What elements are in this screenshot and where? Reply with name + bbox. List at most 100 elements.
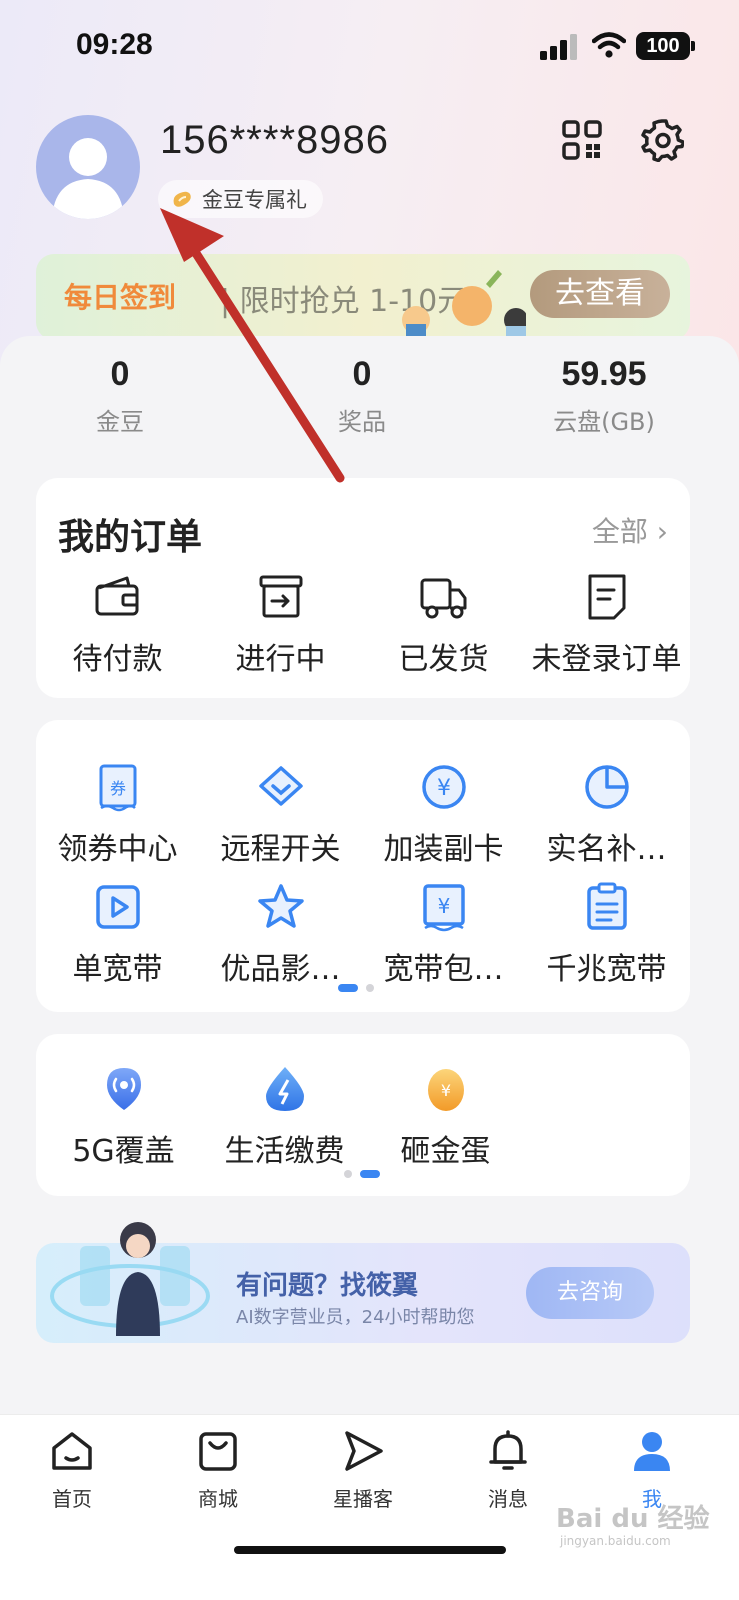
stat-gold-beans[interactable]: 0 金豆	[30, 355, 210, 437]
box-arrow-icon	[259, 575, 302, 618]
tab-podcast[interactable]: 星播客	[303, 1429, 423, 1512]
gold-bean-gift-pill[interactable]: 金豆专属礼	[158, 180, 323, 218]
stat-label: 金豆	[96, 408, 144, 436]
service-label: 领券中心	[57, 832, 178, 867]
yuan-receipt-icon: ¥	[422, 884, 465, 932]
star-icon	[257, 884, 304, 928]
service-label: 远程开关	[220, 832, 341, 867]
play-arrow-icon	[345, 1431, 383, 1471]
service-5g-coverage[interactable]: 5G覆盖	[42, 1064, 205, 1170]
banner-title: 每日签到	[64, 281, 177, 314]
mini-services-page-indicator	[344, 1170, 380, 1178]
assistant-subtitle: AI数字营业员，24小时帮助您	[236, 1307, 475, 1328]
service-label: 宽带包…	[383, 952, 504, 987]
signal-pin-icon	[106, 1068, 141, 1110]
stat-cloud-disk[interactable]: 59.95 云盘(GB)	[514, 355, 694, 437]
coupon-icon: 券	[99, 764, 136, 812]
bell-icon	[489, 1430, 527, 1470]
cellular-signal-icon	[540, 34, 577, 60]
order-label: 待付款	[72, 642, 163, 677]
order-label: 进行中	[235, 642, 326, 677]
phone-number[interactable]: 156****8986	[160, 118, 389, 163]
tab-label: 首页	[52, 1487, 92, 1511]
service-label: 加装副卡	[383, 832, 504, 867]
service-label: 优品影…	[220, 952, 341, 987]
page-dot	[366, 984, 374, 992]
ai-agent-illustration-icon	[50, 1222, 210, 1336]
orders-title: 我的订单	[58, 517, 203, 558]
service-label: 单宽带	[72, 952, 163, 987]
service-add-sub-card[interactable]: ¥ 加装副卡	[362, 762, 525, 868]
order-pending-payment[interactable]: 待付款	[36, 572, 199, 678]
service-premium-video[interactable]: 优品影…	[199, 882, 362, 988]
daily-checkin-banner[interactable]: 每日签到 | 限时抢兑 1-10元 去查看	[36, 254, 690, 340]
default-avatar-icon	[52, 138, 124, 219]
service-label: 实名补…	[546, 832, 667, 867]
service-golden-egg[interactable]: ¥ 砸金蛋	[364, 1064, 527, 1170]
services-card: 券 领券中心 远程开关 ¥ 加装副卡 实名补… 单宽带 优品影… ¥ 宽带包… …	[36, 720, 690, 1012]
svg-text:券: 券	[109, 779, 125, 798]
service-label: 千兆宽带	[546, 952, 667, 987]
mini-services-card: 5G覆盖 生活缴费 ¥ 砸金蛋	[36, 1034, 690, 1196]
orders-view-all-link[interactable]: 全部 ›	[592, 510, 668, 550]
tab-label: 消息	[488, 1487, 528, 1511]
person-icon	[634, 1432, 670, 1471]
page-dot-active	[338, 984, 358, 992]
service-label: 生活缴费	[224, 1134, 345, 1169]
stat-label: 云盘(GB)	[553, 408, 655, 436]
status-bar: 09:28 100	[0, 0, 739, 90]
service-label: 砸金蛋	[400, 1134, 491, 1169]
status-time: 09:28	[76, 28, 153, 61]
yuan-circle-icon: ¥	[421, 765, 466, 809]
golden-egg-icon: ¥	[427, 1069, 464, 1111]
tab-mall[interactable]: 商城	[158, 1429, 278, 1512]
tab-label: 星播客	[333, 1487, 393, 1511]
banner-view-button[interactable]: 去查看	[530, 270, 670, 318]
page-dot-active	[360, 1170, 380, 1178]
assistant-title: 有问题？找筱翼	[236, 1271, 419, 1301]
tab-label: 商城	[198, 1487, 238, 1511]
wallet-icon	[95, 576, 138, 616]
svg-text:¥: ¥	[437, 894, 450, 918]
services-page-indicator	[338, 984, 374, 992]
service-utility-payment[interactable]: 生活缴费	[203, 1064, 366, 1170]
document-icon	[588, 574, 625, 620]
order-unregistered[interactable]: 未登录订单	[525, 572, 688, 678]
gold-bean-gift-label: 金豆专属礼	[202, 188, 307, 212]
orders-card: 我的订单 全部 › 待付款 进行中 已发货 未登录订单	[36, 478, 690, 698]
shopping-bag-icon	[199, 1432, 237, 1471]
service-coupon-center[interactable]: 券 领券中心	[36, 762, 199, 868]
stats-row: 0 金豆 0 奖品 59.95 云盘(GB)	[0, 355, 739, 445]
avatar[interactable]	[36, 115, 140, 219]
tab-messages[interactable]: 消息	[448, 1429, 568, 1512]
svg-text:¥: ¥	[437, 776, 451, 801]
gold-bean-icon	[173, 191, 191, 207]
stat-prizes[interactable]: 0 奖品	[272, 355, 452, 437]
stat-label: 奖品	[338, 408, 386, 436]
service-remote-switch[interactable]: 远程开关	[199, 762, 362, 868]
order-in-progress[interactable]: 进行中	[199, 572, 362, 678]
service-real-name[interactable]: 实名补…	[525, 762, 688, 868]
service-broadband-package[interactable]: ¥ 宽带包…	[362, 882, 525, 988]
tab-home[interactable]: 首页	[12, 1429, 132, 1512]
play-icon	[95, 885, 140, 929]
diamond-icon	[258, 766, 303, 806]
drop-icon	[265, 1067, 304, 1111]
truck-icon	[420, 578, 466, 619]
pie-chart-icon	[584, 765, 629, 809]
service-gigabit-broadband[interactable]: 千兆宽带	[525, 882, 688, 988]
settings-gear-icon[interactable]	[640, 118, 684, 162]
qr-code-icon[interactable]	[562, 120, 602, 160]
watermark-url: jingyan.baidu.com	[560, 1534, 671, 1548]
home-indicator	[234, 1546, 506, 1554]
consult-button[interactable]: 去咨询	[526, 1267, 654, 1319]
battery-tip	[691, 41, 695, 51]
service-single-broadband[interactable]: 单宽带	[36, 882, 199, 988]
clipboard-icon	[586, 882, 627, 930]
page-dot	[344, 1170, 352, 1178]
order-label: 已发货	[398, 642, 489, 677]
order-shipped[interactable]: 已发货	[362, 572, 525, 678]
stat-value: 0	[352, 355, 372, 393]
battery-indicator: 100	[636, 32, 690, 60]
service-label: 5G覆盖	[72, 1134, 175, 1169]
